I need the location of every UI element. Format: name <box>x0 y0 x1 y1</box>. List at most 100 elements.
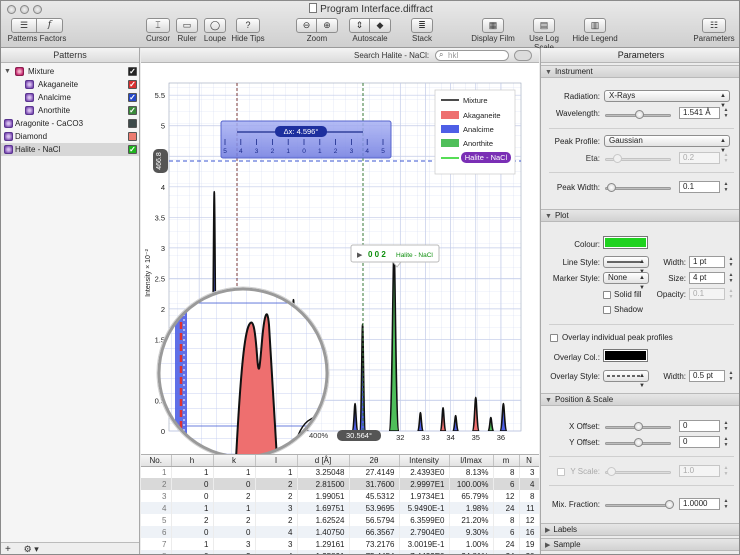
radiation-popup[interactable]: X-Rays ▲ ▼ <box>604 90 730 109</box>
legend-entry: Analcime <box>463 125 494 134</box>
plot-section-header[interactable]: ▼ Plot <box>541 209 739 222</box>
hide-tips-button[interactable]: ? Hide Tips <box>230 18 266 43</box>
y-offset-stepper[interactable]: ▲ ▼ <box>722 436 730 448</box>
overlay-peak-profiles-checkbox[interactable] <box>550 334 558 342</box>
table-row[interactable]: 2 0 0 2 2.81500 31.7600 2.9997E1 100.00% 6 4 <box>141 478 539 490</box>
mix-fraction-slider-knob[interactable] <box>665 500 674 509</box>
column-header[interactable]: 2θ <box>349 455 400 467</box>
mix-fraction-stepper[interactable]: ▲ ▼ <box>722 498 730 510</box>
column-header[interactable]: No. <box>141 455 172 467</box>
solid-fill-checkbox[interactable] <box>603 291 611 299</box>
overlay-colour-well[interactable] <box>603 349 648 362</box>
disclosure-triangle-icon[interactable]: ▼ <box>4 65 11 78</box>
zoom-in-icon: ⊕ <box>323 20 331 30</box>
phase-icon <box>4 119 13 128</box>
column-header[interactable]: Intensity <box>399 455 450 467</box>
pattern-row-diamond[interactable]: Diamond <box>1 130 139 143</box>
add-pattern-button[interactable]: + <box>5 544 11 554</box>
y-offset-field[interactable]: 0 <box>679 436 720 448</box>
line-width-field[interactable]: 1 pt <box>689 256 725 268</box>
pattern-row-anorthite[interactable]: Anorthite ✓ <box>1 104 139 117</box>
diffraction-plot[interactable]: 00.511.522.533.544.555.5 243233343536 2θ… <box>141 63 539 460</box>
list-toggle-button[interactable] <box>514 50 532 61</box>
reflections-table[interactable]: No. h k l d [Å] 2θ Intensity I/Imax m N 1 1 1 1 3.250… <box>141 454 539 554</box>
peak-width-field[interactable]: 0.1 <box>679 181 720 193</box>
loupe-icon: ◯ <box>209 20 221 30</box>
pattern-checkbox[interactable]: ✓ <box>128 67 137 76</box>
column-header[interactable]: l <box>255 455 298 467</box>
ruler-tool[interactable]: ▭ Ruler <box>174 18 200 43</box>
use-log-scale-button[interactable]: ▤ Use Log Scale <box>519 18 569 52</box>
table-row[interactable]: 6 0 0 4 1.40750 66.3567 2.7904E0 9.30% 6 16 <box>141 526 539 538</box>
autoscale-all-button[interactable]: ◆ <box>370 18 391 33</box>
pattern-checkbox[interactable]: ✓ <box>128 106 137 115</box>
line-style-popup[interactable]: ▲▼ <box>603 256 649 275</box>
wavelength-stepper[interactable]: ▲ ▼ <box>722 107 730 119</box>
mix-fraction-slider-track[interactable] <box>605 504 671 507</box>
zoom-out-button[interactable]: ⊖ <box>296 18 317 33</box>
hkl-search-field[interactable]: ⌕ hkl <box>435 50 509 61</box>
factors-button[interactable]: f <box>37 18 63 33</box>
autoscale-vertical-button[interactable]: ⇕ <box>349 18 370 33</box>
overlay-style-popup[interactable]: ▲ ▼ <box>603 370 649 389</box>
instrument-section-header[interactable]: ▼ Instrument <box>541 65 739 78</box>
pattern-row-mixture[interactable]: ▼ Mixture ✓ <box>1 65 139 78</box>
overlay-width-stepper[interactable]: ▲ ▼ <box>727 370 735 382</box>
y-offset-slider-knob[interactable] <box>634 438 643 447</box>
wavelength-slider-knob[interactable] <box>635 110 644 119</box>
x-offset-slider-knob[interactable] <box>634 422 643 431</box>
table-row[interactable]: 4 1 1 3 1.69751 53.9695 5.9490E-1 1.98% 24 11 <box>141 502 539 514</box>
position-scale-section-header[interactable]: ▼ Position & Scale <box>541 393 739 406</box>
patterns-button[interactable]: ☰ <box>11 18 37 33</box>
loupe-tool[interactable]: ◯ Loupe <box>202 18 228 43</box>
table-row[interactable]: 3 0 2 2 1.99051 45.5312 1.9734E1 65.79% 12 8 <box>141 490 539 502</box>
display-film-button[interactable]: ▦ Display Film <box>470 18 516 43</box>
marker-size-stepper[interactable]: ▲ ▼ <box>727 272 735 284</box>
pattern-row-halite[interactable]: Halite - NaCl ✓ <box>1 143 139 156</box>
pattern-row-analcime[interactable]: Analcime ✓ <box>1 91 139 104</box>
column-header[interactable]: I/Imax <box>449 455 494 467</box>
peak-width-stepper[interactable]: ▲ ▼ <box>722 181 730 193</box>
marker-size-field[interactable]: 4 pt <box>689 272 725 284</box>
table-cell: 19 <box>519 538 539 550</box>
zoom-in-button[interactable]: ⊕ <box>317 18 338 33</box>
pattern-checkbox[interactable] <box>128 132 137 141</box>
wavelength-field[interactable]: 1.541 Å <box>679 107 720 119</box>
labels-section-header[interactable]: ▶ Labels <box>541 523 739 536</box>
pattern-checkbox[interactable]: ✓ <box>128 80 137 89</box>
pattern-row-akaganeite[interactable]: Akaganeite ✓ <box>1 78 139 91</box>
chart-legend: Mixture Akaganeite Analcime Anorthite Ha… <box>434 89 516 175</box>
table-row[interactable]: 5 2 2 2 1.62524 56.5794 6.3599E0 21.20% 8 12 <box>141 514 539 526</box>
colour-well[interactable] <box>603 236 648 249</box>
stack-button[interactable]: ≣ Stack <box>404 18 440 43</box>
overlay-width-field[interactable]: 0.5 pt <box>689 370 725 382</box>
peak-profile-popup[interactable]: Gaussian ▲ ▼ <box>604 135 730 154</box>
mix-fraction-field[interactable]: 1.0000 <box>679 498 720 510</box>
cursor-tool[interactable]: ⌶ Cursor <box>144 18 172 43</box>
shadow-checkbox[interactable] <box>603 306 611 314</box>
table-row[interactable]: 7 1 3 3 1.29161 73.2176 3.0019E-1 1.00% 24 19 <box>141 538 539 550</box>
x-offset-field[interactable]: 0 <box>679 420 720 432</box>
hide-legend-button[interactable]: ▥ Hide Legend <box>571 18 619 43</box>
column-header[interactable]: h <box>171 455 214 467</box>
ruler-overlay[interactable]: 5 4 3 2 1 0 1 2 3 4 5 Δx: 4.596° <box>220 120 392 159</box>
column-header[interactable]: k <box>213 455 256 467</box>
x-offset-stepper[interactable]: ▲ ▼ <box>722 420 730 432</box>
marker-style-popup[interactable]: None ▲ ▼ <box>603 272 649 291</box>
pattern-checkbox[interactable]: ✓ <box>128 93 137 102</box>
pattern-checkbox[interactable] <box>128 119 137 128</box>
x-tick-label: 34 <box>446 433 454 442</box>
peak-width-slider-knob[interactable] <box>607 183 616 192</box>
column-header[interactable]: N <box>519 455 539 467</box>
column-header[interactable]: m <box>493 455 520 467</box>
diffraction-chart[interactable]: 00.511.522.533.544.555.5 243233343536 2θ… <box>141 63 539 460</box>
pattern-actions-menu[interactable]: ⚙ ▾ <box>24 544 39 554</box>
table-row[interactable]: 80241.2589175.44547.4423E024.81%2420 <box>141 550 539 554</box>
parameters-button[interactable]: ☷ Parameters <box>693 18 735 43</box>
pattern-row-aragonite[interactable]: Aragonite - CaCO3 <box>1 117 139 130</box>
column-header[interactable]: d [Å] <box>297 455 350 467</box>
pattern-checkbox[interactable]: ✓ <box>128 145 137 154</box>
sample-section-header[interactable]: ▶ Sample <box>541 538 739 551</box>
line-width-stepper[interactable]: ▲ ▼ <box>727 256 735 268</box>
table-row[interactable]: 1 1 1 1 3.25048 27.4149 2.4393E0 8.13% 8 3 <box>141 466 539 478</box>
